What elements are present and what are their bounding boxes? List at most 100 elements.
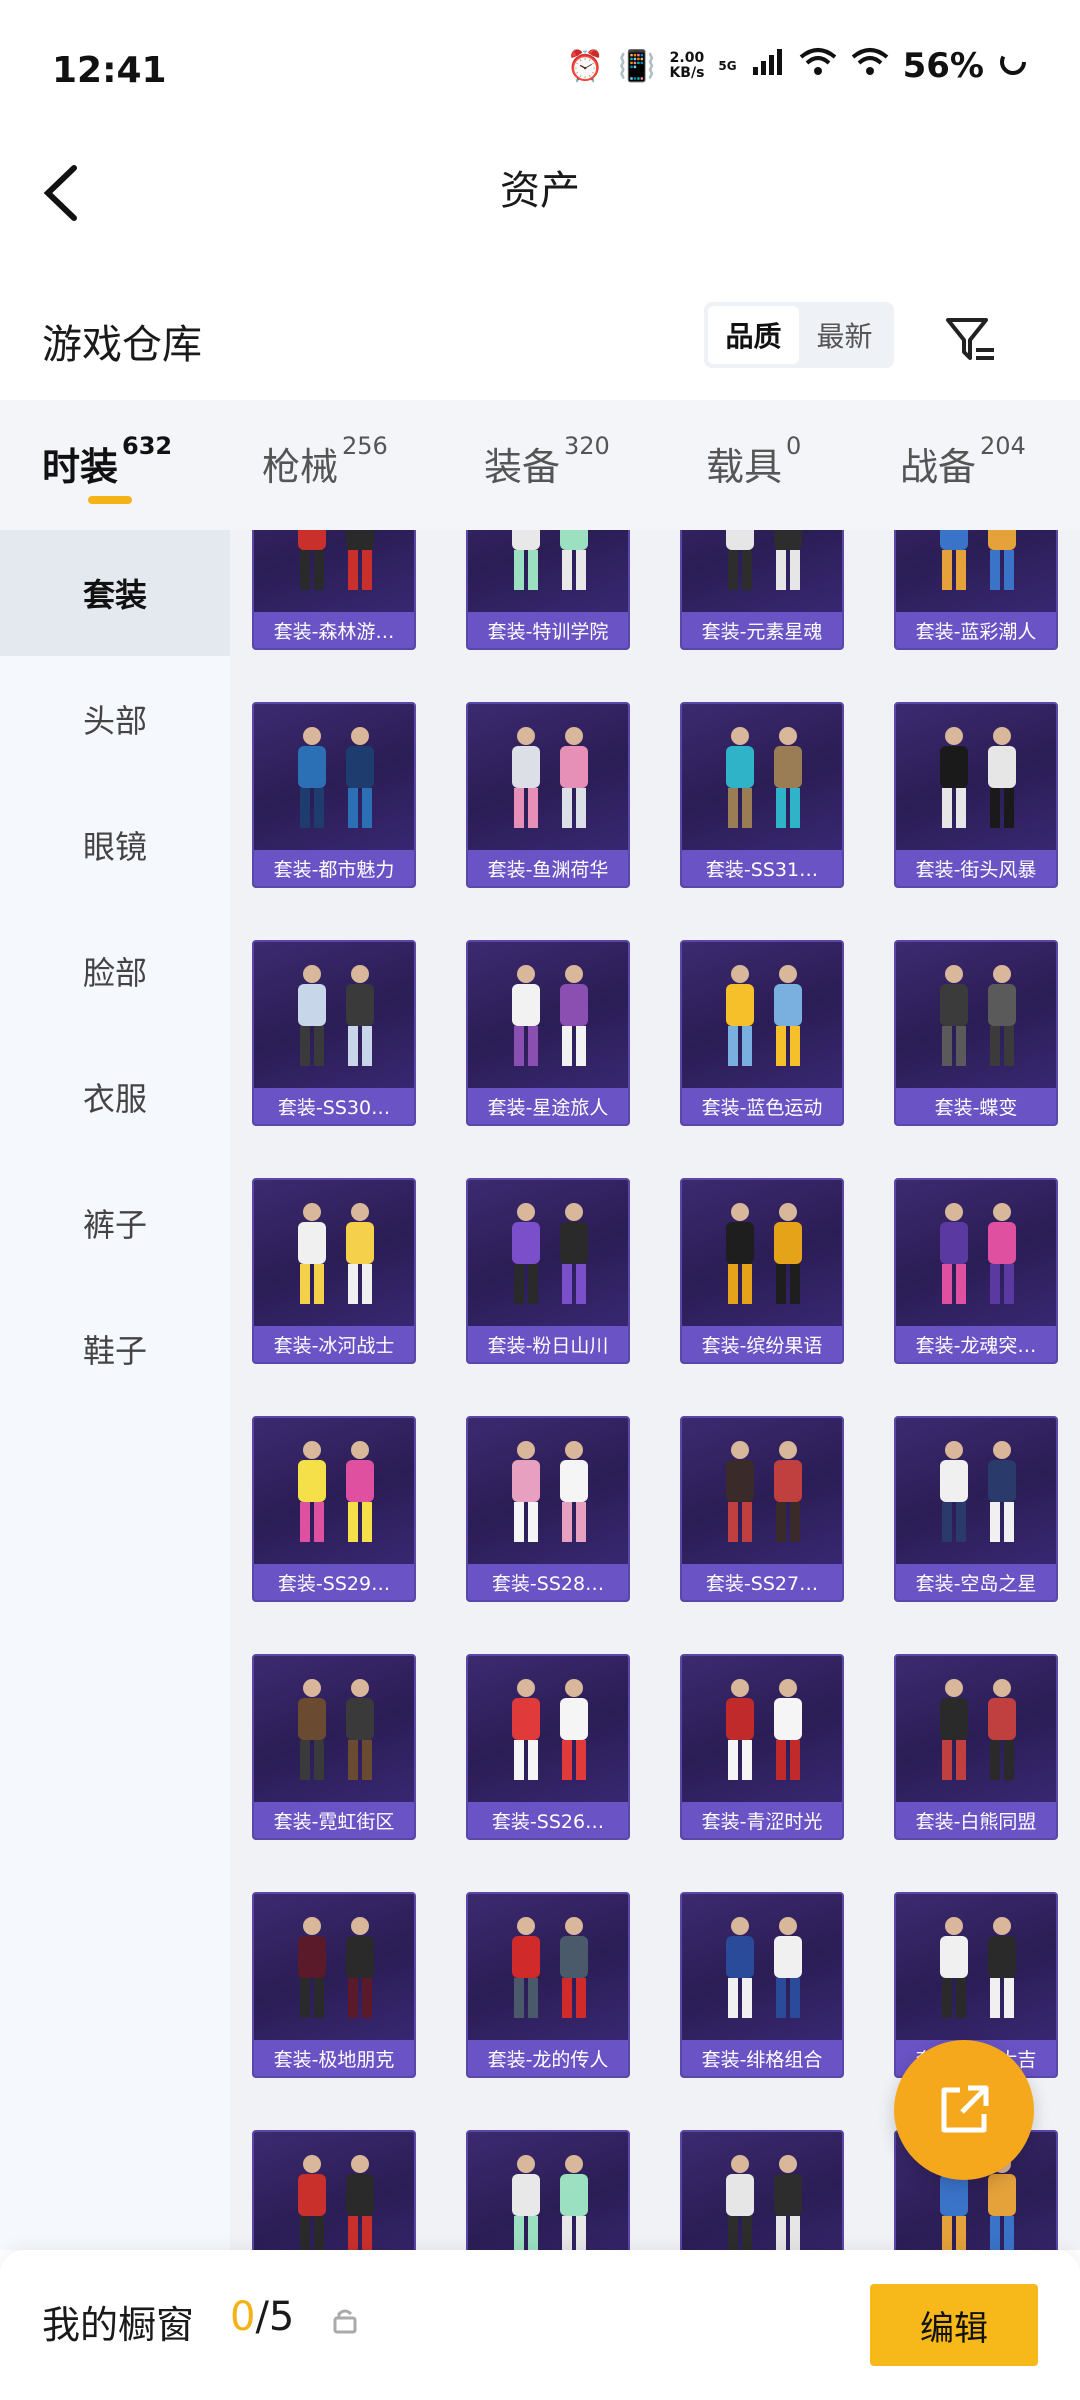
outfit-thumbnail: [512, 1679, 588, 1780]
suit-item-card[interactable]: 套装-霓虹街区: [252, 1654, 416, 1840]
suit-item-card[interactable]: 套装-SS27…: [680, 1416, 844, 1602]
suit-item-card[interactable]: 套装-极地朋克: [252, 1892, 416, 2078]
sort-quality-button[interactable]: 品质: [708, 306, 799, 364]
suit-item-label: 套装-蓝色运动: [682, 1088, 842, 1124]
sort-toggle: 品质 最新: [704, 302, 894, 368]
wifi-icon-2: [851, 47, 889, 85]
sort-newest-button[interactable]: 最新: [799, 306, 890, 364]
outfit-thumbnail: [726, 2155, 802, 2250]
suit-item-label: 套装-特训学院: [468, 612, 628, 648]
edit-button[interactable]: 编辑: [870, 2284, 1038, 2366]
suit-item-label: 套装-极地朋克: [254, 2040, 414, 2076]
status-time: 12:41: [52, 50, 167, 91]
suit-item-card[interactable]: 套装-星途旅人: [466, 940, 630, 1126]
subcategory-sidebar: 套装 头部 眼镜 脸部 衣服 裤子 鞋子: [0, 530, 230, 2250]
status-icons: ⏰ 📳 2.00 KB/s 5G 56%: [567, 46, 1028, 86]
outfit-thumbnail: [940, 1441, 1016, 1542]
suit-item-label: 套装-绯格组合: [682, 2040, 842, 2076]
suit-item-label: 套装-白熊同盟: [896, 1802, 1056, 1838]
share-button[interactable]: [894, 2040, 1034, 2180]
suit-item-label: 套装-龙的传人: [468, 2040, 628, 2076]
tab-battle-gear[interactable]: 战备 204: [900, 432, 1026, 491]
suit-item-card[interactable]: 套装-SS31…: [680, 702, 844, 888]
outfit-thumbnail: [298, 1679, 374, 1780]
outfit-thumbnail: [726, 1203, 802, 1304]
suit-item-card[interactable]: 套装-鱼渊荷华: [466, 702, 630, 888]
showcase-title: 我的橱窗: [42, 2303, 195, 2347]
filter-button[interactable]: [942, 312, 998, 368]
outfit-thumbnail: [726, 1441, 802, 1542]
battery-level: 56%: [902, 46, 984, 86]
suit-item-card[interactable]: 套装-粉日山川: [466, 1178, 630, 1364]
tab-vehicles[interactable]: 载具 0: [706, 432, 801, 491]
suit-item-card[interactable]: 套装-元素星魂: [680, 530, 844, 650]
outfit-thumbnail: [298, 1441, 374, 1542]
suit-item-card[interactable]: 套装-SS29…: [252, 1416, 416, 1602]
filter-icon: [946, 318, 994, 360]
suit-item-label: 套装-都市魅力: [254, 850, 414, 886]
suit-item-card[interactable]: 套装-绯格组合: [680, 1892, 844, 2078]
sidebar-item-glasses[interactable]: 眼镜: [0, 782, 230, 908]
suit-item-card[interactable]: 套装-缤纷果语: [680, 1178, 844, 1364]
suit-item-card[interactable]: 套装-蝶变: [894, 940, 1058, 1126]
suit-item-card[interactable]: 套装-街头风暴: [894, 702, 1058, 888]
suit-item-label: 套装-粉日山川: [468, 1326, 628, 1362]
suit-item-card[interactable]: [680, 2130, 844, 2250]
outfit-thumbnail: [512, 727, 588, 828]
outfit-thumbnail: [940, 727, 1016, 828]
suit-item-label: 套装-SS29…: [254, 1564, 414, 1600]
outfit-thumbnail: [940, 965, 1016, 1066]
suit-item-label: 套装-蝶变: [896, 1088, 1056, 1124]
suit-item-card[interactable]: 套装-白熊同盟: [894, 1654, 1058, 1840]
battery-icon: [998, 47, 1028, 85]
sidebar-item-head[interactable]: 头部: [0, 656, 230, 782]
suit-item-card[interactable]: 套装-空岛之星: [894, 1416, 1058, 1602]
suit-item-label: 套装-SS31…: [682, 850, 842, 886]
app-header: 资产: [0, 140, 1080, 250]
outfit-thumbnail: [726, 727, 802, 828]
suit-item-card[interactable]: [466, 2130, 630, 2250]
share-external-icon: [941, 2085, 989, 2133]
outfit-thumbnail: [940, 1679, 1016, 1780]
suit-item-label: 套装-冰河战士: [254, 1326, 414, 1362]
outfit-thumbnail: [940, 1203, 1016, 1304]
suit-item-card[interactable]: 套装-都市魅力: [252, 702, 416, 888]
suit-item-label: 套装-星途旅人: [468, 1088, 628, 1124]
category-tabs: 时装 632 枪械 256 装备 320 载具 0 战备 204: [0, 400, 1080, 530]
tab-fashion[interactable]: 时装 632: [42, 432, 172, 491]
suit-item-card[interactable]: 套装-蓝色运动: [680, 940, 844, 1126]
suit-item-card[interactable]: 套装-蓝彩潮人: [894, 530, 1058, 650]
sidebar-item-clothes[interactable]: 衣服: [0, 1034, 230, 1160]
sidebar-item-pants[interactable]: 裤子: [0, 1160, 230, 1286]
sidebar-item-shoes[interactable]: 鞋子: [0, 1286, 230, 1412]
outfit-thumbnail: [726, 1679, 802, 1780]
network-type: 5G: [718, 59, 737, 73]
sidebar-item-face[interactable]: 脸部: [0, 908, 230, 1034]
suit-item-card[interactable]: 套装-龙的传人: [466, 1892, 630, 2078]
suit-item-label: 套装-青涩时光: [682, 1802, 842, 1838]
outfit-thumbnail: [298, 2155, 374, 2250]
sidebar-item-suit[interactable]: 套装: [0, 530, 230, 656]
outfit-thumbnail: [298, 1203, 374, 1304]
suit-item-card[interactable]: 套装-森林游…: [252, 530, 416, 650]
suit-item-card[interactable]: 套装-青涩时光: [680, 1654, 844, 1840]
suit-item-card[interactable]: 套装-龙魂突…: [894, 1178, 1058, 1364]
outfit-thumbnail: [298, 1917, 374, 2018]
tab-guns[interactable]: 枪械 256: [262, 432, 388, 491]
outfit-thumbnail: [726, 530, 802, 590]
lock-icon: [333, 2309, 357, 2334]
status-bar: 12:41 ⏰ 📳 2.00 KB/s 5G 56%: [0, 0, 1080, 140]
tab-equipment[interactable]: 装备 320: [484, 432, 610, 491]
suit-item-card[interactable]: 套装-SS28…: [466, 1416, 630, 1602]
signal-icon: [751, 47, 785, 85]
suit-item-card[interactable]: [252, 2130, 416, 2250]
network-speed: 2.00 KB/s: [669, 50, 705, 81]
suit-item-card[interactable]: 套装-特训学院: [466, 530, 630, 650]
suit-item-card[interactable]: 套装-SS26…: [466, 1654, 630, 1840]
suit-item-label: 套装-SS26…: [468, 1802, 628, 1838]
suit-item-card[interactable]: 套装-冰河战士: [252, 1178, 416, 1364]
suit-item-label: 套装-街头风暴: [896, 850, 1056, 886]
outfit-thumbnail: [726, 965, 802, 1066]
suit-item-card[interactable]: 套装-SS30…: [252, 940, 416, 1126]
section-title: 游戏仓库: [42, 322, 202, 368]
